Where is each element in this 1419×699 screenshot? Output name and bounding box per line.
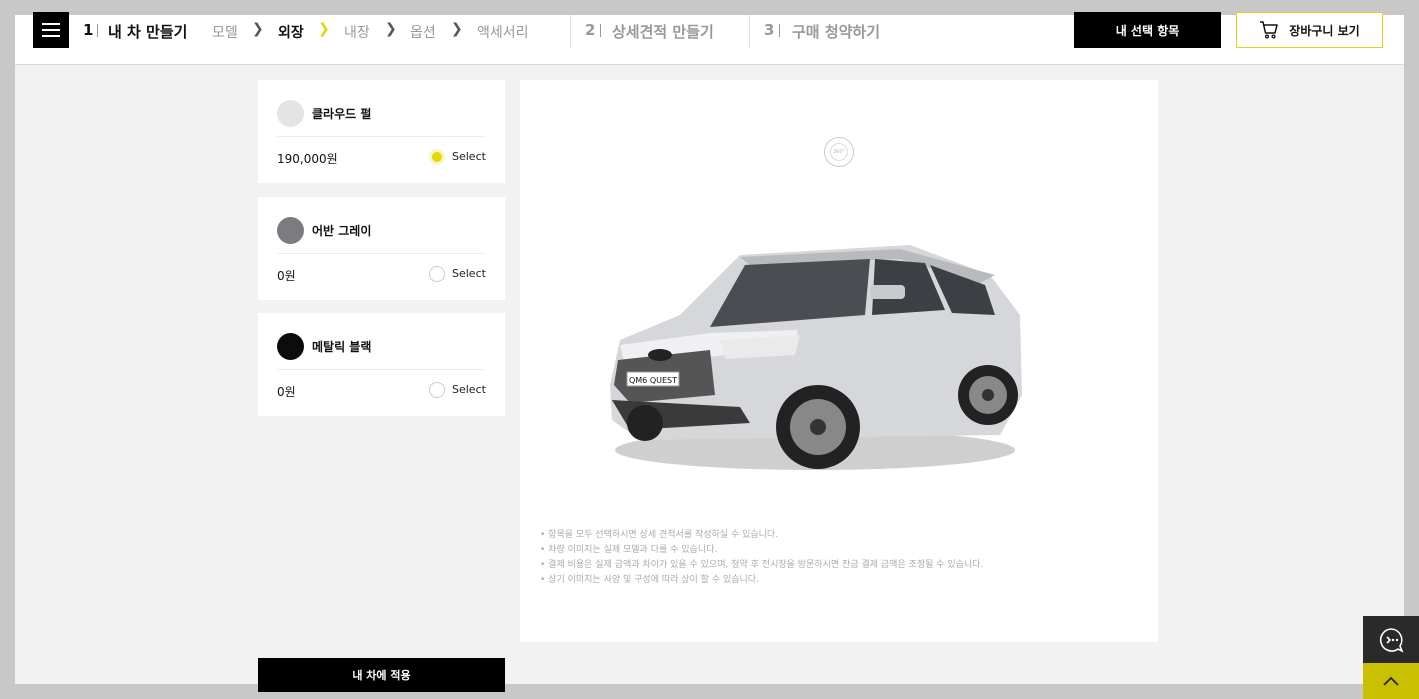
notice-item: • 상기 이미지는 사양 및 구성에 따라 상이 할 수 있습니다. [540,575,759,585]
step-separator [97,24,98,37]
step-separator [600,24,601,37]
notice-item: • 항목을 모두 선택하시면 상세 견적서를 작성하실 수 있습니다. [540,530,779,540]
apply-to-car-button[interactable]: 내 차에 적용 [258,658,505,692]
step2-number: 2 [585,21,596,39]
color-card-metallic-black[interactable]: 메탈릭 블랙 0원 Select [258,313,505,416]
card-divider [277,136,486,137]
scroll-top-button[interactable] [1363,663,1419,699]
my-selection-label: 내 선택 항목 [1115,23,1180,38]
color-radio[interactable] [429,382,445,398]
menu-icon [42,23,60,25]
chevron-right-icon: ❯ [451,21,463,37]
chat-button[interactable] [1363,616,1419,663]
rotate-360-button[interactable]: 360° [824,137,854,167]
color-radio[interactable] [429,149,445,165]
color-swatch [277,100,304,127]
menu-icon-bar [42,35,60,37]
color-name: 메탈릭 블랙 [312,340,372,354]
license-plate: QM6 QUEST [629,376,677,385]
substep-options[interactable]: 옵션 [410,22,436,42]
substep-exterior[interactable]: 외장 [278,22,304,42]
notice-item: • 차량 이미지는 실제 모델과 다를 수 있습니다. [540,545,718,555]
menu-button[interactable] [33,12,69,48]
substep-model[interactable]: 모델 [212,22,238,42]
step-divider [570,15,571,47]
select-label[interactable]: Select [452,383,486,396]
card-divider [277,253,486,254]
top-header: 1 내 차 만들기 모델 ❯ 외장 ❯ 내장 ❯ 옵션 ❯ 액세서리 2 상세견… [15,12,1404,65]
menu-icon-bar [42,29,60,31]
select-label[interactable]: Select [452,150,486,163]
step3-title[interactable]: 구매 청약하기 [792,21,880,42]
cart-button[interactable]: 장바구니 보기 [1236,12,1383,48]
step-separator [779,24,780,37]
chat-icon [1379,627,1404,653]
select-label[interactable]: Select [452,267,486,280]
color-price: 190,000원 [277,152,338,166]
card-divider [277,369,486,370]
my-selection-button[interactable]: 내 선택 항목 [1074,12,1221,48]
color-name: 어반 그레이 [312,224,372,238]
notice-list: • 항목을 모두 선택하시면 상세 견적서를 작성하실 수 있습니다. • 차량… [540,528,983,588]
color-price: 0원 [277,269,296,283]
step1-number: 1 [83,21,94,39]
step3-number: 3 [764,21,775,39]
cart-label: 장바구니 보기 [1289,23,1360,38]
color-price: 0원 [277,385,296,399]
color-name: 클라우드 펄 [312,107,372,121]
apply-label: 내 차에 적용 [352,669,411,682]
step2-title[interactable]: 상세견적 만들기 [612,21,714,42]
rotate-360-icon: 360° [830,143,848,161]
chevron-right-icon: ❯ [252,21,264,37]
color-radio[interactable] [429,266,445,282]
substep-accessories[interactable]: 액세서리 [477,22,529,42]
color-card-urban-gray[interactable]: 어반 그레이 0원 Select [258,197,505,300]
step1-title[interactable]: 내 차 만들기 [108,21,187,42]
color-swatch [277,333,304,360]
notice-item: • 결제 비용은 실제 금액과 차이가 있을 수 있으며, 청약 후 전시장을 … [540,560,984,570]
substep-interior[interactable]: 내장 [344,22,370,42]
color-swatch [277,217,304,244]
color-card-cloud-pearl[interactable]: 클라우드 펄 190,000원 Select [258,80,505,183]
chevron-right-icon: ❯ [385,21,397,37]
step-divider [749,15,750,47]
chevron-up-icon [1383,676,1399,686]
chevron-right-icon: ❯ [318,21,330,37]
car-image[interactable]: QM6 QUEST [600,235,1030,475]
cart-icon [1260,21,1279,39]
car-preview-panel: 360° QM6 QUEST • 항목을 모두 선택하시면 상세 견적서를 작성… [520,80,1158,642]
